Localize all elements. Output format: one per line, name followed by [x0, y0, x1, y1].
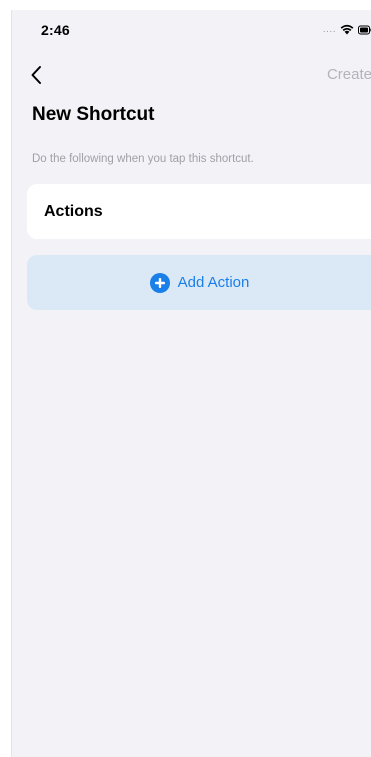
- shortcut-editor-screen: 2:46 .... Create New Shortcut Do the fol…: [11, 10, 371, 757]
- create-button[interactable]: Create: [327, 66, 371, 83]
- actions-label: Actions: [44, 203, 103, 220]
- battery-icon: [358, 25, 371, 34]
- chevron-left-icon: [31, 66, 41, 84]
- back-button[interactable]: [28, 64, 48, 86]
- signal-dots-icon: ....: [322, 23, 336, 35]
- add-action-button[interactable]: Add Action: [27, 255, 371, 310]
- status-icons: ....: [323, 24, 371, 35]
- plus-circle-icon: [149, 272, 170, 293]
- add-action-label: Add Action: [177, 274, 250, 291]
- wifi-icon: [340, 24, 354, 35]
- status-bar: 2:46 ....: [12, 10, 371, 44]
- page-title: New Shortcut: [32, 104, 155, 125]
- status-time: 2:46: [41, 22, 70, 38]
- navigation-bar: Create: [12, 60, 371, 100]
- page-subtitle: Do the following when you tap this short…: [32, 153, 254, 165]
- actions-card: Actions: [27, 184, 371, 239]
